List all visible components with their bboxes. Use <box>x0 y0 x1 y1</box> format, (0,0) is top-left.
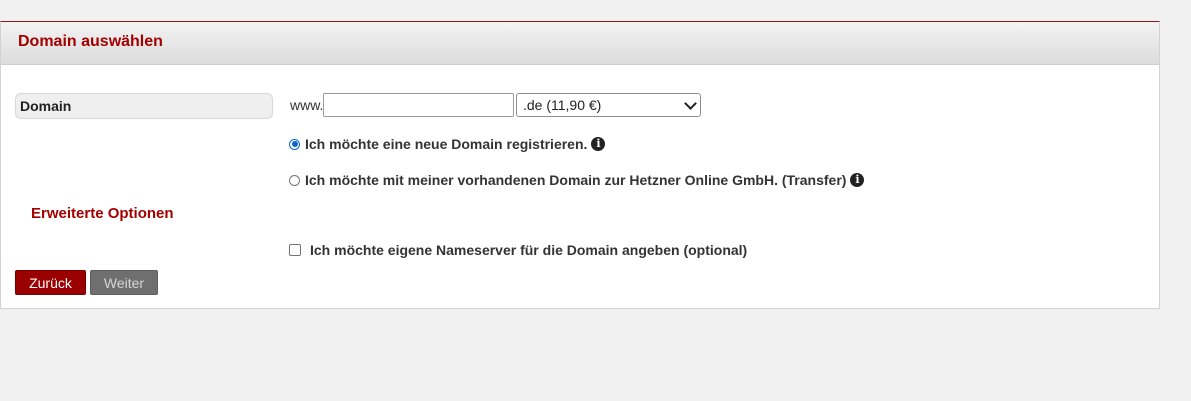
nameserver-checkbox[interactable] <box>289 244 301 256</box>
tld-select-value: .de (11,90 €) <box>523 97 602 113</box>
advanced-options-title[interactable]: Erweiterte Optionen <box>31 205 174 222</box>
panel-title: Domain auswählen <box>18 33 163 50</box>
www-prefix: www. <box>290 97 324 113</box>
next-button[interactable]: Weiter <box>90 270 158 295</box>
info-icon[interactable]: i <box>591 137 606 151</box>
option-nameserver[interactable]: Ich möchte eigene Nameserver für die Dom… <box>289 242 747 258</box>
option-transfer[interactable]: Ich möchte mit meiner vorhandenen Domain… <box>289 172 865 188</box>
panel-header: Domain auswählen <box>1 22 1159 65</box>
domain-panel: Domain auswählen Domain www. .de (11,90 … <box>0 21 1160 309</box>
domain-input[interactable] <box>323 93 514 117</box>
option-register[interactable]: Ich möchte eine neue Domain registrieren… <box>289 136 606 152</box>
option-transfer-label: Ich möchte mit meiner vorhandenen Domain… <box>305 172 847 188</box>
tld-select[interactable]: .de (11,90 €) <box>516 93 701 117</box>
info-icon[interactable]: i <box>850 173 865 187</box>
domain-label: Domain <box>15 93 273 119</box>
chevron-down-icon <box>684 97 697 110</box>
nameserver-label: Ich möchte eigene Nameserver für die Dom… <box>310 242 748 258</box>
back-button[interactable]: Zurück <box>15 270 86 295</box>
radio-register[interactable] <box>289 138 300 150</box>
radio-transfer[interactable] <box>289 174 300 186</box>
option-register-label: Ich möchte eine neue Domain registrieren… <box>305 136 588 152</box>
